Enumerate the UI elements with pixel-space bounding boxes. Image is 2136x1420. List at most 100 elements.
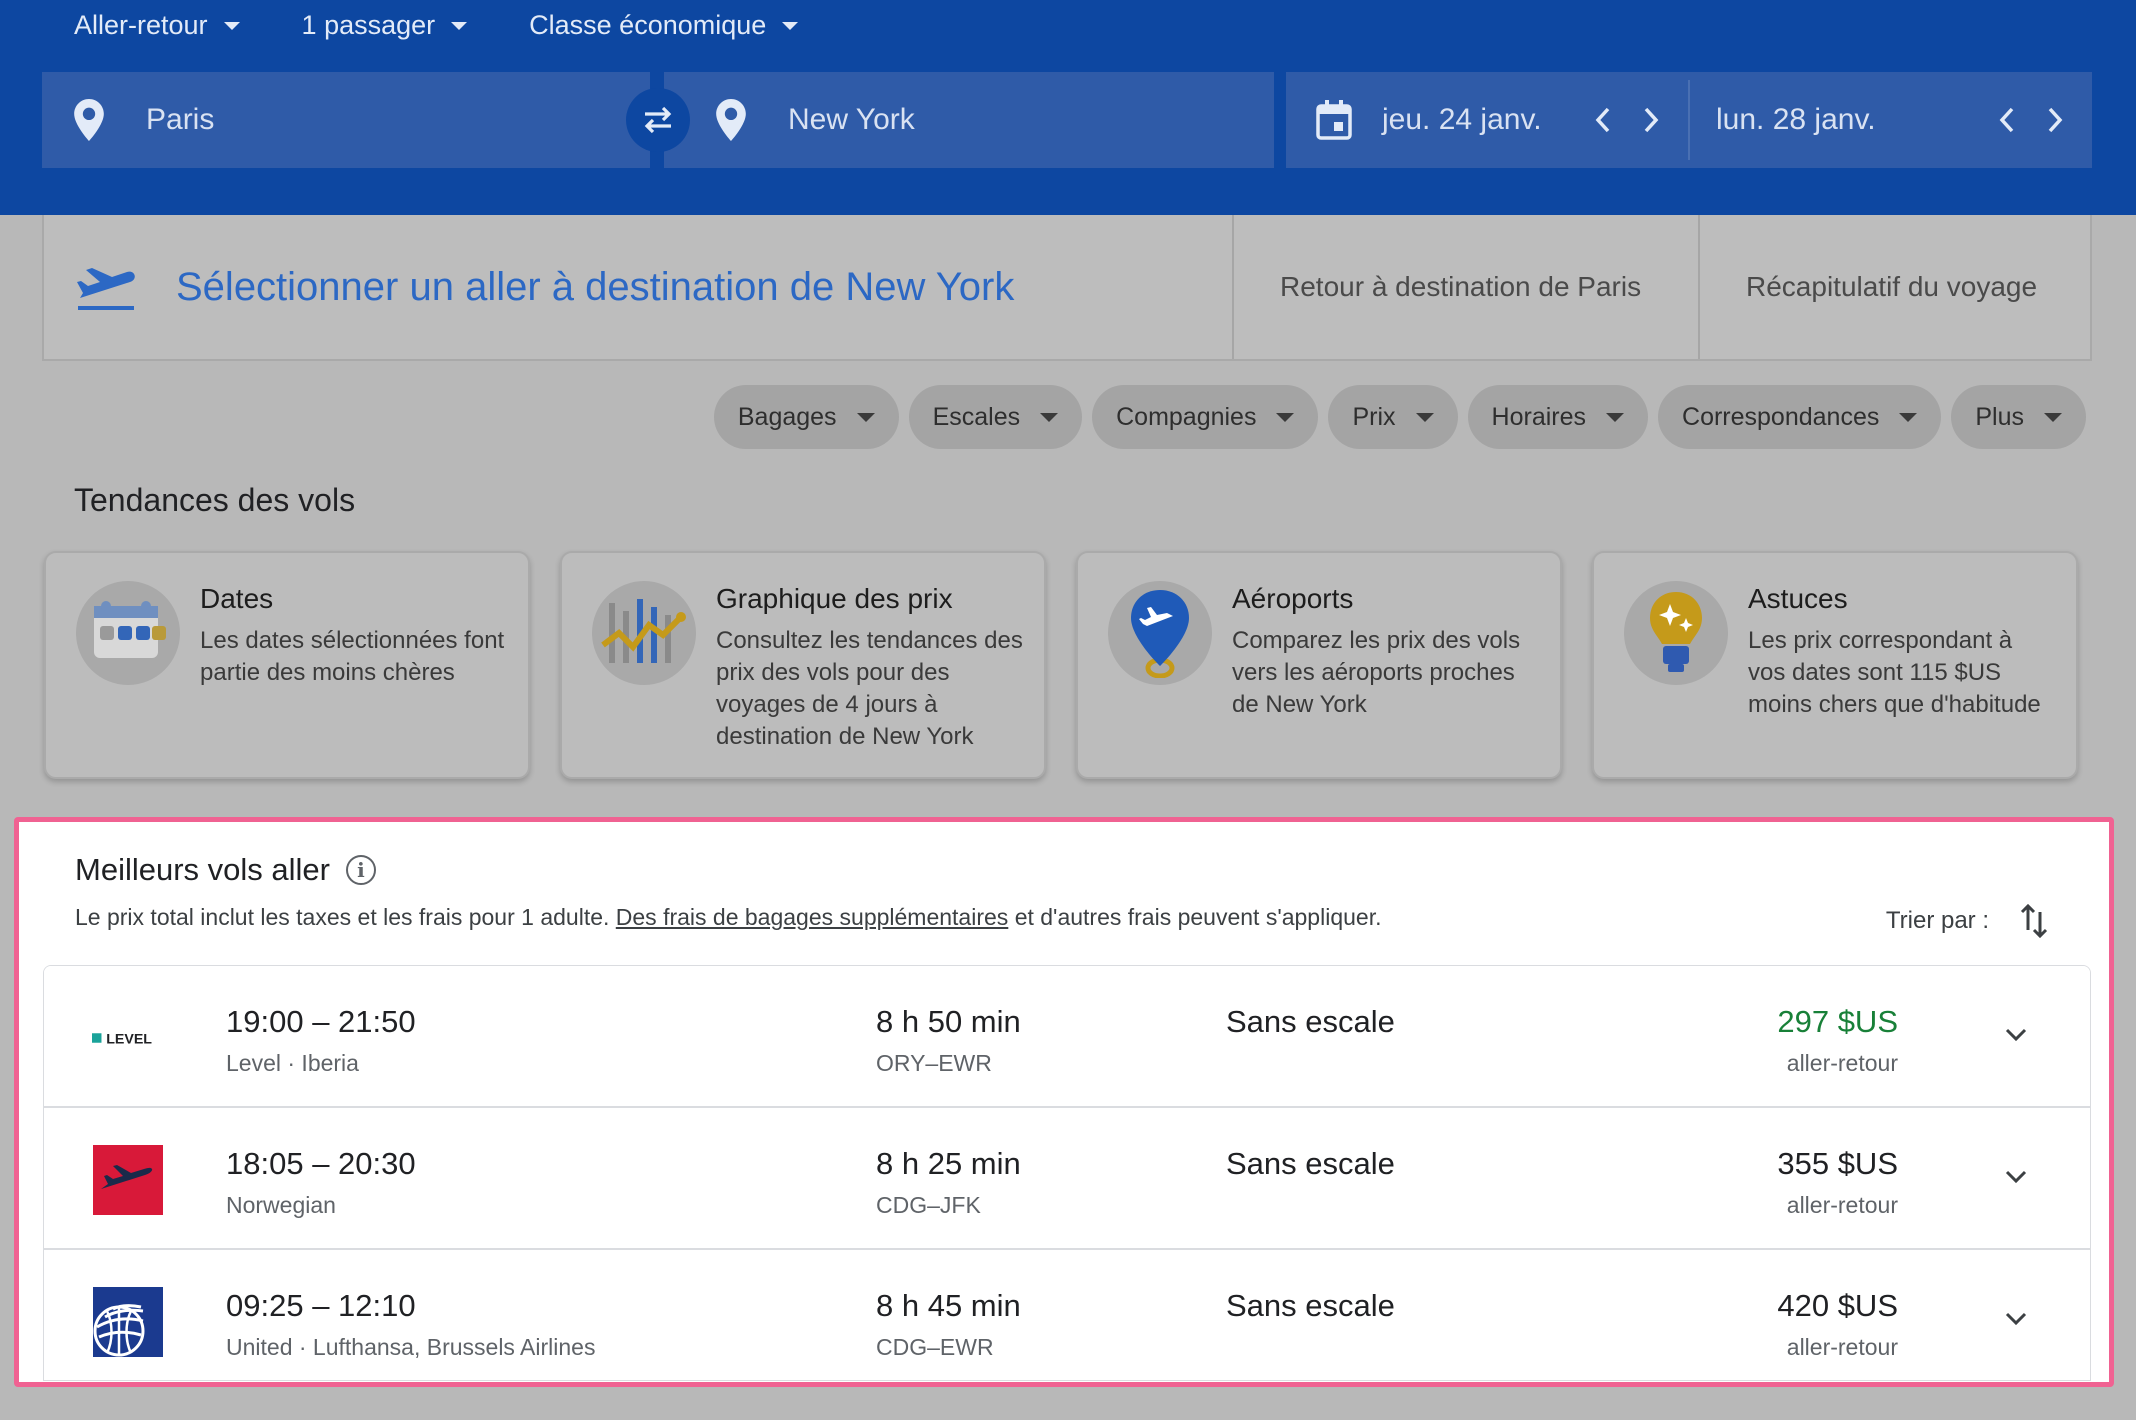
filter-stops[interactable]: Escales bbox=[908, 385, 1083, 449]
baggage-fees-link[interactable]: Des frais de bagages supplémentaires bbox=[616, 904, 1009, 930]
filter-label: Escales bbox=[932, 402, 1021, 431]
filter-times[interactable]: Horaires bbox=[1467, 385, 1649, 449]
filter-price[interactable]: Prix bbox=[1328, 385, 1458, 449]
best-flights-panel: Meilleurs vols aller i Le prix total inc… bbox=[14, 817, 2114, 1387]
filter-bags[interactable]: Bagages bbox=[713, 385, 899, 449]
trend-card-title: Astuces bbox=[1748, 583, 1848, 614]
dates-field: jeu. 24 janv. lun. 28 janv. bbox=[1286, 72, 2092, 168]
dropdown-arrow-icon bbox=[1040, 412, 1059, 422]
flight-times: 19:00 – 21:50 bbox=[226, 1004, 416, 1039]
dropdown-arrow-icon bbox=[1606, 412, 1625, 422]
best-flights-heading: Meilleurs vols aller i bbox=[75, 852, 376, 888]
flight-price-type: aller-retour bbox=[1786, 1192, 1898, 1218]
calendar-icon bbox=[76, 581, 180, 685]
calendar-icon bbox=[1316, 100, 1352, 140]
cabin-class-label: Classe économique bbox=[529, 10, 767, 40]
airline-logo-united bbox=[92, 1286, 164, 1358]
flight-duration: 8 h 25 min bbox=[876, 1146, 1021, 1181]
booking-steps: Sélectionner un aller à destination de N… bbox=[42, 215, 2092, 361]
trends-cards: Dates Les dates sélectionnées font parti… bbox=[44, 551, 2078, 779]
step-return[interactable]: Retour à destination de Paris bbox=[1234, 215, 1700, 359]
flight-price-type: aller-retour bbox=[1786, 1334, 1898, 1360]
trend-card-airports[interactable]: Aéroports Comparez les prix des vols ver… bbox=[1076, 551, 1562, 779]
filter-more[interactable]: Plus bbox=[1951, 385, 2086, 449]
depart-date-value: jeu. 24 janv. bbox=[1382, 103, 1542, 136]
dropdown-arrow-icon bbox=[856, 412, 875, 422]
depart-date-nav bbox=[1594, 106, 1660, 134]
trend-card-tips[interactable]: Astuces Les prix correspondant à vos dat… bbox=[1592, 551, 2078, 779]
chevron-right-icon[interactable] bbox=[1642, 106, 1660, 134]
destination-value: New York bbox=[788, 103, 915, 136]
best-flights-title: Meilleurs vols aller bbox=[75, 852, 330, 887]
dropdown-arrow-icon bbox=[2044, 412, 2062, 422]
step-summary[interactable]: Récapitulatif du voyage bbox=[1700, 215, 2090, 359]
flight-route: CDG–JFK bbox=[876, 1192, 981, 1218]
chevron-left-icon[interactable] bbox=[1998, 106, 2016, 134]
location-pin-icon bbox=[74, 99, 104, 141]
trend-card-title: Aéroports bbox=[1232, 583, 1354, 614]
trend-card-body: Aéroports Comparez les prix des vols ver… bbox=[1232, 581, 1540, 777]
expand-chevron-icon[interactable] bbox=[2000, 1302, 2032, 1334]
chevron-left-icon[interactable] bbox=[1594, 106, 1612, 134]
return-date-nav bbox=[1998, 106, 2064, 134]
dropdown-arrow-icon bbox=[1415, 412, 1434, 422]
passengers-label: 1 passager bbox=[301, 10, 436, 40]
flight-list: LEVEL 19:00 – 21:50 Level · Iberia 8 h 5… bbox=[43, 965, 2091, 1381]
return-date-value: lun. 28 janv. bbox=[1716, 103, 1876, 136]
origin-field[interactable]: Paris bbox=[42, 72, 650, 168]
dropdown-arrow-icon bbox=[1276, 412, 1295, 422]
search-options: Aller-retour 1 passager Classe économiqu… bbox=[74, 10, 860, 41]
destination-field[interactable]: New York bbox=[664, 72, 1274, 168]
passengers-dropdown[interactable]: 1 passager bbox=[302, 10, 468, 41]
flight-price: 297 $US bbox=[1777, 1004, 1898, 1039]
trend-card-body: Dates Les dates sélectionnées font parti… bbox=[200, 581, 508, 777]
flight-price-type: aller-retour bbox=[1786, 1050, 1898, 1076]
flight-row[interactable]: 09:25 – 12:10 United · Lufthansa, Brusse… bbox=[44, 1250, 2090, 1380]
flight-duration: 8 h 50 min bbox=[876, 1004, 1021, 1039]
trend-card-text: Consultez les tendances des prix des vol… bbox=[716, 627, 1023, 750]
flight-airline: United · Lufthansa, Brussels Airlines bbox=[226, 1334, 596, 1360]
trip-type-dropdown[interactable]: Aller-retour bbox=[74, 10, 240, 41]
depart-date-field[interactable]: jeu. 24 janv. bbox=[1286, 80, 1690, 160]
trend-card-title: Graphique des prix bbox=[716, 583, 953, 614]
trip-type-label: Aller-retour bbox=[74, 10, 208, 40]
expand-chevron-icon[interactable] bbox=[2000, 1160, 2032, 1192]
location-pin-icon bbox=[716, 99, 746, 141]
flight-route: CDG–EWR bbox=[876, 1334, 994, 1360]
filter-label: Horaires bbox=[1491, 402, 1587, 431]
swap-button[interactable] bbox=[626, 88, 690, 152]
trend-card-text: Les dates sélectionnées font partie des … bbox=[200, 627, 505, 686]
filter-connections[interactable]: Correspondances bbox=[1658, 385, 1942, 449]
expand-chevron-icon[interactable] bbox=[2000, 1018, 2032, 1050]
sort-control[interactable]: Trier par : bbox=[1886, 904, 2049, 938]
flight-row[interactable]: 18:05 – 20:30 Norwegian 8 h 25 min CDG–J… bbox=[44, 1108, 2090, 1250]
flight-row[interactable]: LEVEL 19:00 – 21:50 Level · Iberia 8 h 5… bbox=[44, 966, 2090, 1108]
filter-airlines[interactable]: Compagnies bbox=[1092, 385, 1319, 449]
flight-price: 355 $US bbox=[1777, 1146, 1898, 1181]
disclaimer-text-end: et d'autres frais peuvent s'appliquer. bbox=[1014, 904, 1382, 930]
dropdown-arrow-icon bbox=[223, 21, 240, 30]
info-icon[interactable]: i bbox=[345, 855, 376, 885]
takeoff-icon bbox=[77, 268, 135, 310]
flight-duration: 8 h 45 min bbox=[876, 1288, 1021, 1323]
flight-stops: Sans escale bbox=[1226, 1288, 1395, 1323]
filter-label: Plus bbox=[1975, 402, 2024, 431]
price-disclaimer: Le prix total inclut les taxes et les fr… bbox=[75, 904, 1381, 931]
trend-card-body: Astuces Les prix correspondant à vos dat… bbox=[1748, 581, 2056, 777]
trend-card-price-graph[interactable]: Graphique des prix Consultez les tendanc… bbox=[560, 551, 1046, 779]
step-current-label: Sélectionner un aller à destination de N… bbox=[176, 264, 1015, 309]
disclaimer-text: Le prix total inclut les taxes et les fr… bbox=[75, 904, 610, 930]
cabin-class-dropdown[interactable]: Classe économique bbox=[529, 10, 799, 41]
airline-logo-text: LEVEL bbox=[106, 1032, 152, 1048]
trend-card-dates[interactable]: Dates Les dates sélectionnées font parti… bbox=[44, 551, 530, 779]
chevron-right-icon[interactable] bbox=[2046, 106, 2064, 134]
flight-times: 18:05 – 20:30 bbox=[226, 1146, 416, 1181]
filter-label: Prix bbox=[1352, 402, 1396, 431]
airline-logo-level: LEVEL bbox=[92, 1002, 164, 1074]
step-select-outbound[interactable]: Sélectionner un aller à destination de N… bbox=[44, 215, 1234, 359]
sort-label: Trier par : bbox=[1885, 907, 1989, 934]
airline-logo-norwegian bbox=[92, 1144, 164, 1216]
trend-card-body: Graphique des prix Consultez les tendanc… bbox=[716, 581, 1024, 777]
return-date-field[interactable]: lun. 28 janv. bbox=[1690, 72, 2092, 168]
swap-arrows-icon bbox=[644, 106, 672, 134]
